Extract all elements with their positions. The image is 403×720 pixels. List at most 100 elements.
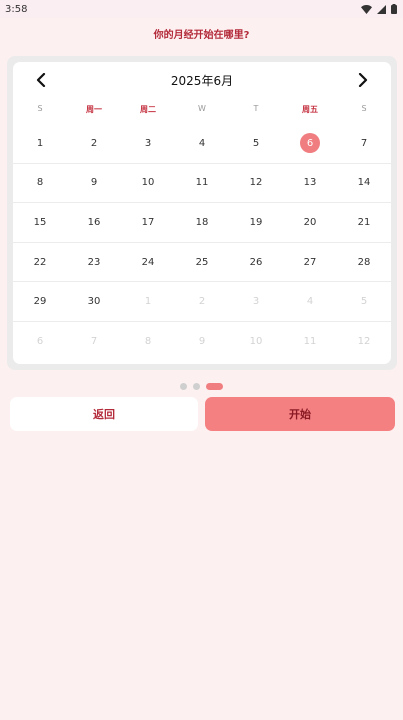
calendar-day[interactable]: 8 [13, 164, 67, 203]
calendar-day[interactable]: 10 [121, 164, 175, 203]
calendar-day-number: 7 [360, 137, 368, 149]
calendar-day-number: 5 [360, 296, 368, 308]
calendar-card: 2025年6月 S 周一 周二 W T 周五 S 1 2 3 4 5 6 7 8 9 10 11 12… [13, 62, 391, 364]
calendar-day-number: 6 [36, 336, 44, 348]
calendar-day[interactable]: 18 [175, 203, 229, 242]
calendar-day[interactable]: 16 [67, 203, 121, 242]
calendar-grid: 1 2 3 4 5 6 7 8 9 10 11 12 13 14 15 16 17 18 19 20 21 22 23 24 2… [13, 124, 391, 362]
calendar-day-number: 30 [87, 296, 101, 308]
calendar-week-row: 8 9 10 11 12 13 14 [13, 164, 391, 204]
calendar-day-number: 19 [249, 216, 263, 228]
calendar-day[interactable]: 9 [67, 164, 121, 203]
calendar-day: 8 [121, 322, 175, 362]
calendar-day-number: 25 [195, 256, 209, 268]
calendar-day: 9 [175, 322, 229, 362]
next-month-button[interactable] [353, 70, 373, 90]
calendar-day: 12 [337, 322, 391, 362]
calendar-day[interactable]: 26 [229, 243, 283, 282]
calendar-week-row: 6 7 8 9 10 11 12 [13, 322, 391, 362]
calendar-day-number: 10 [249, 336, 263, 348]
calendar-day-number: 2 [198, 296, 206, 308]
weekday-label: S [37, 104, 43, 113]
calendar-week-row: 22 23 24 25 26 27 28 [13, 243, 391, 283]
calendar-day[interactable]: 23 [67, 243, 121, 282]
calendar-day-selected[interactable]: 6 [283, 124, 337, 163]
calendar-day-number: 7 [90, 336, 98, 348]
page-title: 你的月经开始在哪里? [153, 30, 250, 41]
calendar-day: 2 [175, 282, 229, 321]
calendar-day-number: 5 [252, 137, 260, 149]
calendar-day-number: 10 [141, 177, 155, 189]
calendar-day[interactable]: 4 [175, 124, 229, 163]
calendar-day[interactable]: 17 [121, 203, 175, 242]
calendar-day-number: 3 [252, 296, 260, 308]
calendar-day[interactable]: 28 [337, 243, 391, 282]
chevron-right-icon [358, 73, 368, 87]
calendar-day[interactable]: 27 [283, 243, 337, 282]
signal-icon [377, 4, 386, 14]
calendar-day[interactable]: 3 [121, 124, 175, 163]
weekday-label: 周一 [86, 105, 102, 114]
calendar-day[interactable]: 20 [283, 203, 337, 242]
weekday-label: T [253, 104, 259, 113]
calendar-day[interactable]: 29 [13, 282, 67, 321]
calendar-day[interactable]: 19 [229, 203, 283, 242]
calendar-header: 2025年6月 [13, 62, 391, 98]
calendar-day-number: 9 [198, 336, 206, 348]
calendar-day[interactable]: 14 [337, 164, 391, 203]
calendar-day-number: 9 [90, 177, 98, 189]
calendar-day[interactable]: 11 [175, 164, 229, 203]
calendar-day-number: 2 [90, 137, 98, 149]
page-dot [180, 383, 187, 390]
prev-month-button[interactable] [31, 70, 51, 90]
back-button[interactable]: 返回 [10, 397, 198, 431]
calendar-day[interactable]: 12 [229, 164, 283, 203]
calendar-month-title: 2025年6月 [170, 73, 234, 88]
calendar-day-number: 13 [303, 177, 317, 189]
calendar-day[interactable]: 30 [67, 282, 121, 321]
calendar-day[interactable]: 22 [13, 243, 67, 282]
calendar-day-number: 1 [144, 296, 152, 308]
calendar-day-number: 3 [144, 137, 152, 149]
page-dot-active [206, 383, 223, 390]
calendar-week-row: 1 2 3 4 5 6 7 [13, 124, 391, 164]
page-dot [193, 383, 200, 390]
calendar-day[interactable]: 15 [13, 203, 67, 242]
weekday-header: S 周一 周二 W T 周五 S [13, 104, 391, 118]
calendar-day-number: 16 [87, 216, 101, 228]
calendar-day: 11 [283, 322, 337, 362]
calendar-day: 6 [13, 322, 67, 362]
status-bar: 3:58 [0, 0, 403, 18]
calendar-week-row: 15 16 17 18 19 20 21 [13, 203, 391, 243]
calendar-day[interactable]: 25 [175, 243, 229, 282]
calendar-day-number: 23 [87, 256, 101, 268]
calendar-day-number: 24 [141, 256, 155, 268]
calendar-day[interactable]: 7 [337, 124, 391, 163]
calendar-container: 2025年6月 S 周一 周二 W T 周五 S 1 2 3 4 5 6 7 8 9 10 11 12… [7, 56, 397, 370]
calendar-day-number: 6 [300, 133, 320, 154]
calendar-day-number: 22 [33, 256, 47, 268]
calendar-day[interactable]: 1 [13, 124, 67, 163]
calendar-day-number: 20 [303, 216, 317, 228]
page-indicator [0, 383, 403, 390]
calendar-day: 5 [337, 282, 391, 321]
calendar-day-number: 11 [303, 336, 317, 348]
weekday-label: S [361, 104, 367, 113]
calendar-day-number: 4 [306, 296, 314, 308]
calendar-day[interactable]: 13 [283, 164, 337, 203]
calendar-day: 10 [229, 322, 283, 362]
calendar-day[interactable]: 5 [229, 124, 283, 163]
calendar-day-number: 12 [357, 336, 371, 348]
weekday-label: W [198, 104, 206, 113]
calendar-day-number: 21 [357, 216, 371, 228]
calendar-day-number: 11 [195, 177, 209, 189]
battery-icon [391, 4, 397, 14]
calendar-day-number: 8 [36, 177, 44, 189]
calendar-day-number: 29 [33, 296, 47, 308]
start-button[interactable]: 开始 [205, 397, 395, 431]
calendar-day[interactable]: 2 [67, 124, 121, 163]
calendar-day[interactable]: 24 [121, 243, 175, 282]
calendar-day-number: 28 [357, 256, 371, 268]
calendar-day[interactable]: 21 [337, 203, 391, 242]
calendar-day-number: 14 [357, 177, 371, 189]
